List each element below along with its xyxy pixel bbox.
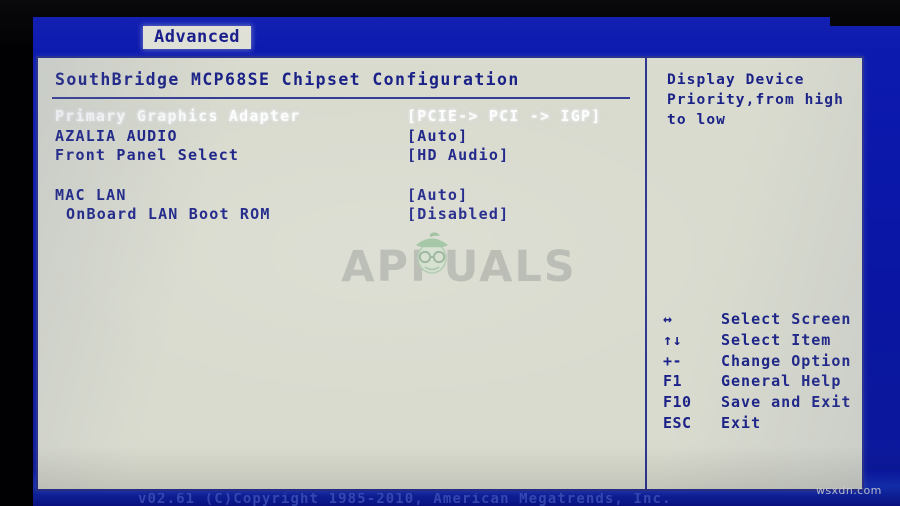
tab-advanced[interactable]: Advanced — [143, 26, 251, 49]
f10-key-icon: F10 — [663, 393, 692, 412]
monitor-bezel-left — [0, 0, 33, 506]
monitor-bezel-top — [0, 0, 900, 17]
footer-copyright-bar: v02.61 (C)Copyright 1985-2010, American … — [33, 493, 900, 506]
key-legend-label: Save and Exit — [721, 393, 852, 412]
section-title: SouthBridge MCP68SE Chipset Configuratio… — [55, 70, 520, 89]
up-down-arrow-icon: ↑↓ — [663, 330, 683, 349]
key-legend-label: Select Screen — [721, 310, 852, 328]
setting-row-mac-lan[interactable]: MAC LAN [Auto] — [38, 186, 645, 206]
help-pane: Display Device Priority,from high to low… — [647, 58, 864, 489]
key-legend-label: Select Item — [721, 330, 832, 349]
plus-minus-icon: +- — [663, 351, 683, 370]
key-legend-label: General Help — [721, 372, 842, 391]
key-legend: ↔ Select Screen ↑↓ Select Item +- Change… — [647, 310, 864, 435]
setting-label: OnBoard LAN Boot ROM — [66, 205, 271, 224]
settings-list: Primary Graphics Adapter [PCIE-> PCI -> … — [38, 107, 645, 225]
f1-key-icon: F1 — [663, 372, 683, 391]
key-legend-row-save-and-exit: F10 Save and Exit — [647, 393, 864, 414]
key-legend-row-select-screen: ↔ Select Screen — [647, 310, 864, 331]
copyright-text: v02.61 (C)Copyright 1985-2010, American … — [138, 493, 672, 506]
key-legend-row-select-item: ↑↓ Select Item — [647, 331, 864, 352]
setting-label: AZALIA AUDIO — [55, 126, 178, 145]
setting-value[interactable]: [PCIE-> PCI -> IGP] — [407, 107, 601, 125]
title-divider — [52, 97, 630, 99]
setting-row-onboard-lan-boot-rom[interactable]: OnBoard LAN Boot ROM [Disabled] — [38, 205, 645, 225]
setting-value[interactable]: [HD Audio] — [407, 146, 509, 164]
setting-label: Primary Graphics Adapter — [55, 107, 301, 125]
bios-setup-window: SouthBridge MCP68SE Chipset Configuratio… — [36, 56, 864, 491]
left-right-arrow-icon: ↔ — [663, 310, 673, 328]
esc-key-icon: ESC — [663, 413, 692, 432]
setting-label: Front Panel Select — [55, 146, 240, 165]
pane-divider — [645, 58, 647, 489]
setting-row-primary-graphics-adapter[interactable]: Primary Graphics Adapter [PCIE-> PCI -> … — [38, 107, 645, 127]
setting-value[interactable]: [Auto] — [407, 186, 468, 204]
settings-pane: SouthBridge MCP68SE Chipset Configuratio… — [38, 58, 645, 489]
key-legend-row-change-option: +- Change Option — [647, 352, 864, 373]
menu-bar: Advanced — [33, 22, 900, 52]
watermark-wsxdn: wsxdn.com — [816, 484, 882, 497]
key-legend-label: Exit — [721, 413, 762, 432]
setting-label: MAC LAN — [55, 185, 127, 204]
key-legend-label: Change Option — [721, 351, 852, 370]
setting-row-azalia-audio[interactable]: AZALIA AUDIO [Auto] — [38, 127, 645, 147]
key-legend-row-exit: ESC Exit — [647, 414, 864, 435]
setting-value[interactable]: [Disabled] — [407, 205, 509, 223]
settings-group-spacer — [38, 166, 645, 186]
setting-row-front-panel-select[interactable]: Front Panel Select [HD Audio] — [38, 146, 645, 166]
setting-value[interactable]: [Auto] — [407, 127, 468, 145]
monitor-bezel-top-right — [830, 0, 900, 26]
key-legend-row-general-help: F1 General Help — [647, 372, 864, 393]
bios-screen-photo: Advanced SouthBridge MCP68SE Chipset Con… — [0, 0, 900, 506]
help-description: Display Device Priority,from high to low — [667, 72, 844, 128]
